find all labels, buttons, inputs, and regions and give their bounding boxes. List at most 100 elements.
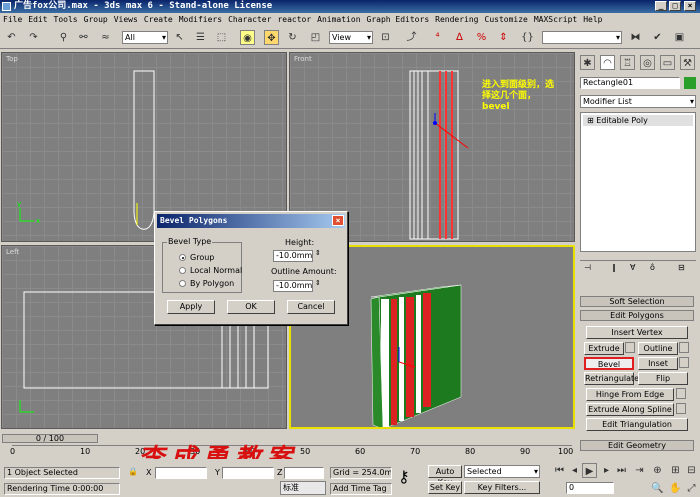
- flip-button[interactable]: Flip: [638, 372, 688, 385]
- play-icon[interactable]: ▶: [582, 463, 597, 478]
- redo-icon[interactable]: ↷: [26, 30, 41, 45]
- x-coordinate-field[interactable]: [155, 467, 207, 479]
- bind-space-warp-icon[interactable]: ≈: [98, 30, 113, 45]
- menu-character[interactable]: Character: [225, 15, 274, 24]
- extrude-button[interactable]: Extrude: [584, 342, 624, 355]
- window-crossing-icon[interactable]: ◉: [240, 30, 255, 45]
- lock-selection-icon[interactable]: 🔒: [128, 467, 138, 476]
- select-object-icon[interactable]: ↖: [172, 30, 187, 45]
- menu-reactor[interactable]: reactor: [274, 15, 314, 24]
- minimize-button[interactable]: _: [655, 1, 667, 11]
- go-to-start-icon[interactable]: ⏮: [552, 463, 567, 478]
- key-mode-icon[interactable]: ⚷: [398, 467, 410, 486]
- insert-vertex-button[interactable]: Insert Vertex: [586, 326, 688, 339]
- current-frame-field[interactable]: 0: [566, 482, 614, 494]
- height-spinner-arrows[interactable]: ⇕: [315, 249, 321, 257]
- bevel-button[interactable]: Bevel: [584, 357, 634, 370]
- object-color-swatch[interactable]: [684, 77, 696, 89]
- extrude-along-spline-button[interactable]: Extrude Along Spline: [586, 403, 674, 416]
- key-mode-dropdown[interactable]: Selected: [464, 465, 540, 478]
- pivot-center-icon[interactable]: ⊡: [378, 30, 393, 45]
- menu-animation[interactable]: Animation: [314, 15, 363, 24]
- z-coordinate-field[interactable]: [284, 467, 324, 479]
- utilities-tab-icon[interactable]: ⚒: [680, 55, 695, 70]
- previous-frame-icon[interactable]: ◂: [567, 463, 582, 478]
- select-and-move-icon[interactable]: ✥: [264, 30, 279, 45]
- menu-edit[interactable]: Edit: [25, 15, 50, 24]
- menu-create[interactable]: Create: [141, 15, 176, 24]
- menu-tools[interactable]: Tools: [51, 15, 81, 24]
- make-unique-icon[interactable]: ∀: [630, 263, 635, 272]
- select-manipulate-icon[interactable]: ⤴: [404, 30, 419, 45]
- key-mode-toggle-icon[interactable]: ⇥: [632, 463, 647, 478]
- selection-filter-dropdown[interactable]: All: [122, 31, 168, 44]
- outline-button[interactable]: Outline: [638, 342, 678, 355]
- menu-file[interactable]: File: [0, 15, 25, 24]
- rollout-edit-geometry[interactable]: Edit Geometry: [580, 440, 694, 451]
- hinge-settings-button[interactable]: [676, 388, 686, 399]
- maximize-button[interactable]: □: [669, 1, 681, 11]
- object-name-field[interactable]: Rectangle01: [580, 77, 680, 89]
- rollout-edit-polygons[interactable]: Edit Polygons: [580, 310, 694, 321]
- spinner-snap-icon[interactable]: ⇕: [496, 30, 511, 45]
- modifier-list-dropdown[interactable]: Modifier List: [580, 95, 696, 108]
- select-link-icon[interactable]: ⚲: [56, 30, 71, 45]
- dialog-close-icon[interactable]: ×: [332, 215, 344, 226]
- extrude-settings-button[interactable]: [625, 342, 635, 353]
- select-by-name-icon[interactable]: ☰: [193, 30, 208, 45]
- time-slider[interactable]: 0 / 100: [2, 434, 98, 443]
- motion-tab-icon[interactable]: ◎: [640, 55, 655, 70]
- named-selection-icon[interactable]: {}: [520, 30, 535, 45]
- align-icon[interactable]: ✔: [650, 30, 665, 45]
- extrude-along-spline-settings-button[interactable]: [676, 403, 686, 414]
- snap-toggle-icon[interactable]: ⁴: [430, 30, 445, 45]
- hierarchy-tab-icon[interactable]: ♖: [620, 55, 635, 70]
- outline-amount-spinner[interactable]: -10.0mm: [273, 280, 313, 292]
- show-end-result-icon[interactable]: ‖: [612, 263, 616, 272]
- select-and-rotate-icon[interactable]: ↻: [285, 30, 300, 45]
- maximize-viewport-icon[interactable]: ⤢: [684, 481, 699, 496]
- pan-icon[interactable]: ✋: [668, 481, 683, 496]
- menu-views[interactable]: Views: [111, 15, 141, 24]
- menu-help[interactable]: Help: [580, 15, 605, 24]
- zoom-icon[interactable]: 🔍: [650, 481, 665, 496]
- unlink-icon[interactable]: ⚯: [76, 30, 91, 45]
- outline-spinner-arrows[interactable]: ⇕: [315, 279, 321, 287]
- ime-indicator[interactable]: 标准: [280, 481, 326, 495]
- retriangulate-button[interactable]: Retriangulate: [584, 372, 639, 385]
- menu-customize[interactable]: Customize: [482, 15, 531, 24]
- zoom-extents-all-icon[interactable]: ⊟: [684, 463, 699, 478]
- zoom-all-icon[interactable]: ⊕: [650, 463, 665, 478]
- reference-coordinate-dropdown[interactable]: View: [329, 31, 373, 44]
- radio-group[interactable]: [179, 254, 186, 261]
- modify-tab-icon[interactable]: ◠: [600, 55, 615, 70]
- radio-local-normal[interactable]: [179, 267, 186, 274]
- mirror-icon[interactable]: ⧓: [628, 30, 643, 45]
- stack-item-editable-poly[interactable]: ⊞ Editable Poly: [583, 115, 693, 126]
- key-filters-button[interactable]: Key Filters...: [464, 481, 540, 494]
- cancel-button[interactable]: Cancel: [287, 300, 335, 314]
- display-tab-icon[interactable]: ▭: [660, 55, 675, 70]
- close-button[interactable]: ×: [684, 1, 696, 11]
- inset-button[interactable]: Inset: [638, 357, 678, 370]
- menu-rendering[interactable]: Rendering: [432, 15, 481, 24]
- zoom-extents-icon[interactable]: ⊞: [668, 463, 683, 478]
- set-key-button[interactable]: Set Key: [428, 481, 462, 494]
- named-selection-sets-dropdown[interactable]: [542, 31, 622, 44]
- ok-button[interactable]: OK: [227, 300, 275, 314]
- auto-key-button[interactable]: Auto Key: [428, 465, 462, 487]
- create-tab-icon[interactable]: ✱: [580, 55, 595, 70]
- height-spinner[interactable]: -10.0mm: [273, 250, 313, 262]
- inset-settings-button[interactable]: [679, 357, 689, 368]
- edit-triangulation-button[interactable]: Edit Triangulation: [586, 418, 688, 431]
- apply-button[interactable]: Apply: [167, 300, 215, 314]
- rollout-soft-selection[interactable]: Soft Selection: [580, 296, 694, 307]
- y-coordinate-field[interactable]: [222, 467, 274, 479]
- percent-snap-icon[interactable]: %: [474, 30, 489, 45]
- menu-graph-editors[interactable]: Graph Editors: [364, 15, 433, 24]
- angle-snap-icon[interactable]: ∆: [452, 30, 467, 45]
- next-frame-icon[interactable]: ▸: [599, 463, 614, 478]
- add-time-tag-button[interactable]: Add Time Tag: [330, 483, 392, 495]
- menu-maxscript[interactable]: MAXScript: [531, 15, 580, 24]
- menu-group[interactable]: Group: [81, 15, 111, 24]
